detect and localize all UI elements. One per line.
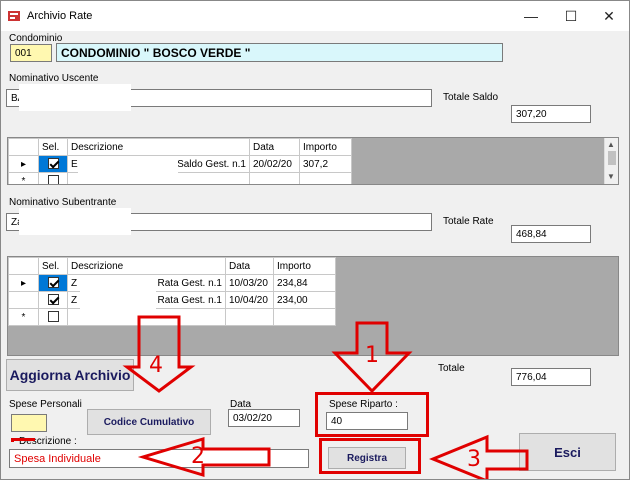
annotation-number-3: 3: [467, 447, 481, 472]
annotation-number-1: 1: [365, 343, 379, 368]
annotation-number-4: 4: [149, 353, 163, 378]
arrow-left-2-icon: [137, 436, 271, 478]
annotation-arrows: [122, 315, 529, 479]
archivio-rate-window: Archivio Rate — ☐ ✕ Condominio 001 CONDO…: [0, 0, 630, 480]
annotation-number-2: 2: [191, 444, 205, 469]
